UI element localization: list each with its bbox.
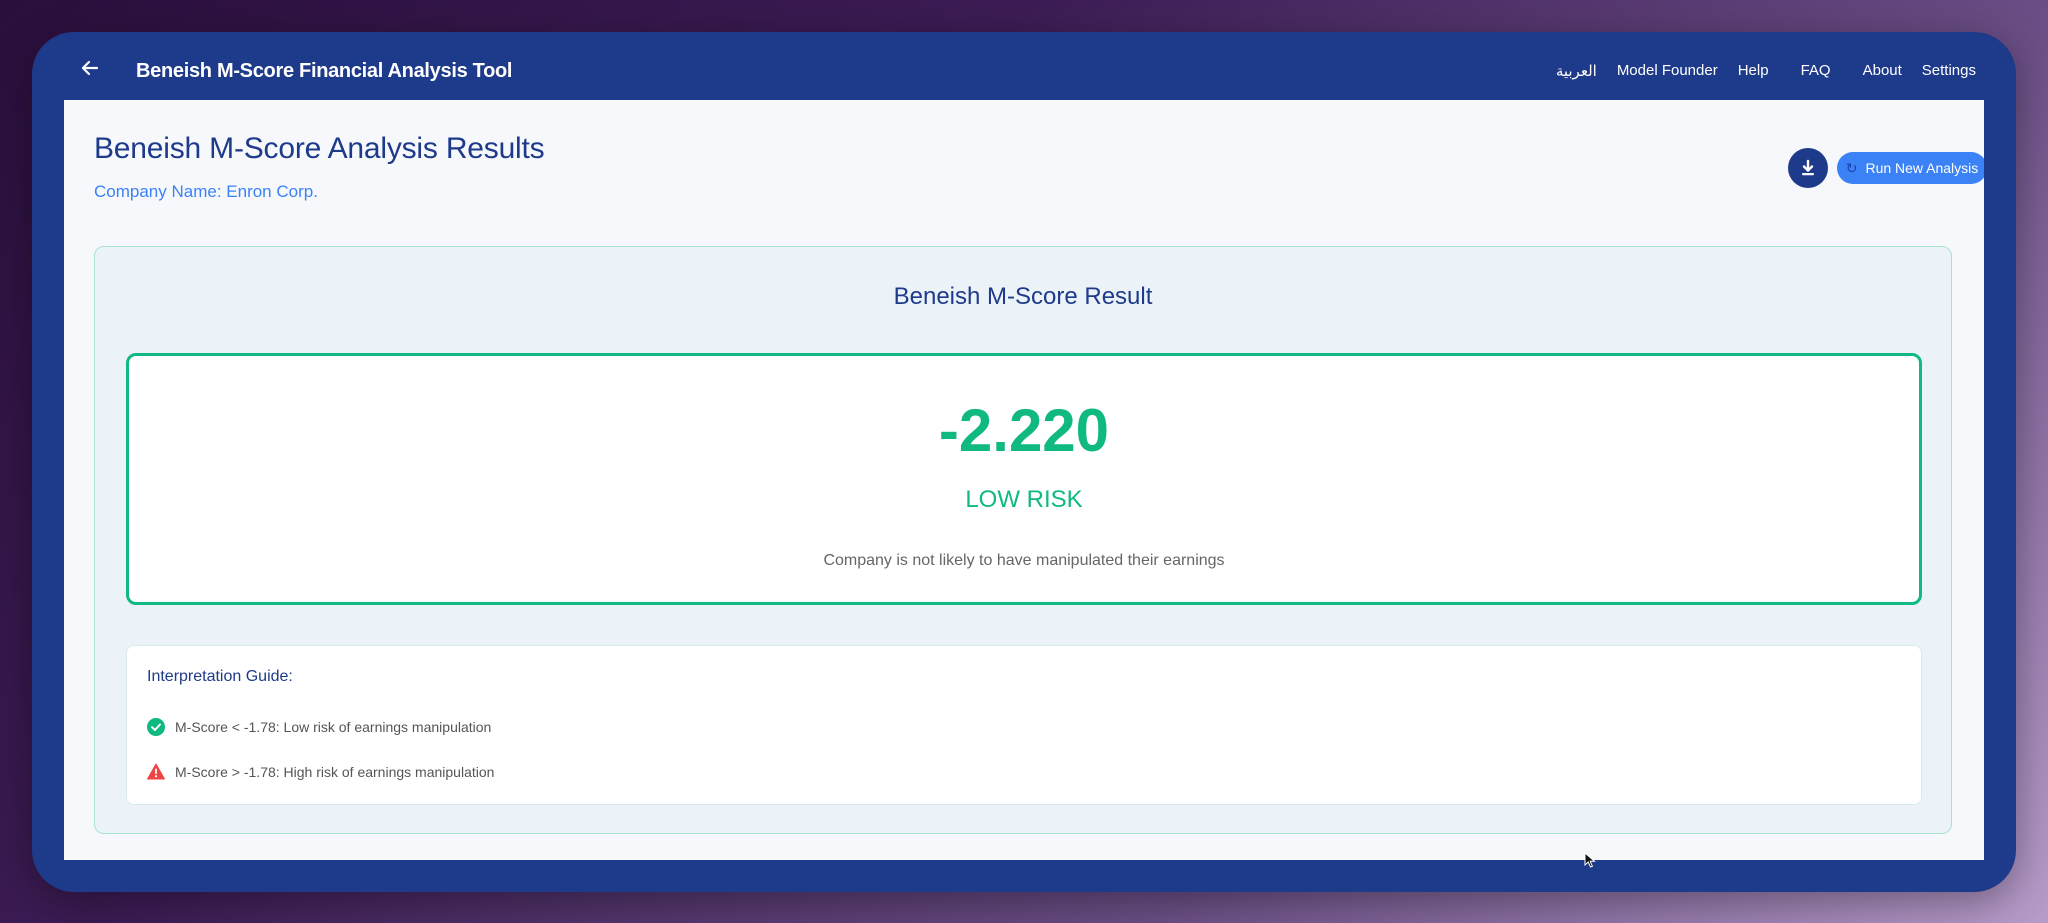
nav-help[interactable]: Help (1738, 62, 1769, 80)
run-new-analysis-label: Run New Analysis (1865, 160, 1979, 176)
download-button[interactable] (1788, 148, 1828, 188)
page-title: Beneish M-Score Analysis Results (94, 132, 545, 165)
app-title: Beneish M-Score Financial Analysis Tool (136, 60, 513, 82)
guide-item-low-risk: M-Score < -1.78: Low risk of earnings ma… (147, 718, 491, 736)
nav-arabic[interactable]: العربية (1556, 62, 1597, 80)
risk-level-label: LOW RISK (965, 486, 1083, 513)
result-heading: Beneish M-Score Result (893, 283, 1153, 310)
refresh-icon: ↻ (1845, 160, 1858, 176)
run-new-analysis-button[interactable]: ↻ Run New Analysis (1837, 152, 1984, 184)
warning-triangle-icon (147, 763, 165, 780)
top-navbar: Beneish M-Score Financial Analysis Tool … (32, 32, 2016, 100)
result-panel: Beneish M-Score Result -2.220 LOW RISK C… (94, 246, 1952, 834)
nav-about[interactable]: About (1863, 62, 1902, 80)
main-content: Beneish M-Score Analysis Results Company… (64, 100, 1984, 860)
interpretation-guide: Interpretation Guide: M-Score < -1.78: L… (126, 645, 1922, 805)
back-button[interactable] (76, 54, 104, 82)
nav-settings[interactable]: Settings (1922, 62, 1976, 80)
guide-item-high-risk: M-Score > -1.78: High risk of earnings m… (147, 763, 494, 780)
guide-title: Interpretation Guide: (147, 668, 293, 685)
arrow-left-icon (81, 60, 99, 76)
app-window: Beneish M-Score Financial Analysis Tool … (32, 32, 2016, 892)
check-circle-icon (147, 718, 165, 736)
guide-item-text: M-Score < -1.78: Low risk of earnings ma… (175, 719, 492, 735)
score-card: -2.220 LOW RISK Company is not likely to… (126, 353, 1922, 605)
nav-faq[interactable]: FAQ (1801, 62, 1831, 80)
m-score-value: -2.220 (938, 397, 1110, 464)
top-nav: العربية Model Founder Help FAQ About Set… (1536, 62, 1976, 80)
guide-item-text: M-Score > -1.78: High risk of earnings m… (175, 763, 495, 780)
mouse-cursor-icon (1584, 852, 1596, 868)
company-name: Company Name: Enron Corp. (94, 182, 318, 201)
download-icon (1802, 159, 1814, 176)
risk-description: Company is not likely to have manipulate… (823, 552, 1225, 569)
nav-model-founder[interactable]: Model Founder (1617, 62, 1718, 80)
